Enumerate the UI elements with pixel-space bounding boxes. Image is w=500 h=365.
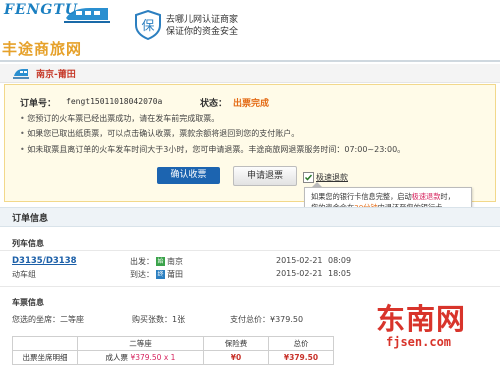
certification-line-1: 去哪儿网认证商家 bbox=[166, 15, 239, 25]
train-icon bbox=[13, 69, 29, 79]
depart-station: 南京 bbox=[167, 257, 183, 266]
request-refund-button[interactable]: 申请退票 bbox=[233, 166, 297, 186]
watermark-url: fjsen.com bbox=[386, 335, 452, 349]
depart-time: 08:09 bbox=[328, 256, 352, 265]
arrive-row: 到达：终莆田 bbox=[130, 269, 183, 280]
order-info-title: 订单信息 bbox=[12, 214, 49, 224]
route-title: 南京-莆田 bbox=[36, 70, 76, 80]
ticket-count: 购买张数：1张 bbox=[132, 315, 186, 324]
table-header-cell: 总价 bbox=[268, 336, 334, 351]
shield-badge-icon: 保 bbox=[135, 10, 161, 40]
arrive-station: 莆田 bbox=[167, 270, 183, 279]
arrive-time: 18:05 bbox=[328, 269, 352, 278]
insurance-fee: ¥0 bbox=[203, 350, 269, 365]
tooltip-text: 如果您的银行卡信息完整，启动 bbox=[311, 192, 412, 201]
row-label: 出票坐席明细 bbox=[12, 350, 78, 365]
start-station-icon: 始 bbox=[156, 257, 165, 266]
watermark-logo: 东南网 bbox=[376, 302, 467, 336]
notice-item: • 您预订的火车票已经出票成功，请在发车前完成取票。 bbox=[20, 114, 220, 123]
notice-text: 您预订的火车票已经出票成功，请在发车前完成取票。 bbox=[27, 114, 220, 123]
table-row: 出票坐席明细 成人票 ¥379.50 x 1 ¥0 ¥379.50 bbox=[12, 350, 334, 365]
table-header-cell: 二等座 bbox=[77, 336, 204, 351]
divider bbox=[0, 250, 500, 251]
seat-class: 您选的坐席：二等座 bbox=[12, 315, 84, 324]
total-payment: 支付总价：¥379.50 bbox=[230, 315, 304, 324]
ticket-info-title: 车票信息 bbox=[12, 298, 44, 307]
table-header-cell bbox=[12, 336, 78, 351]
confirm-receipt-button[interactable]: 确认收票 bbox=[157, 167, 220, 184]
total-price: ¥379.50 bbox=[268, 350, 334, 365]
status-label: 状态： bbox=[200, 99, 228, 109]
arrive-date: 2015-02-21 bbox=[276, 269, 323, 278]
tooltip-text: 时， bbox=[440, 192, 455, 201]
order-info-header bbox=[0, 207, 500, 227]
end-station-icon: 终 bbox=[156, 270, 165, 279]
notice-text: 如未取票且离订单的火车发车时间大于3小时，您可申请退票。丰途商旅网退票服务时间：… bbox=[27, 145, 406, 154]
depart-row: 出发：始南京 bbox=[130, 256, 183, 267]
order-number: fengt15011018042070a bbox=[66, 97, 163, 106]
train-info-title: 列车信息 bbox=[12, 239, 44, 248]
depart-label: 出发： bbox=[130, 257, 154, 266]
train-type: 动车组 bbox=[12, 270, 36, 279]
depart-date: 2015-02-21 bbox=[276, 256, 323, 265]
logo-cn-text: 丰途商旅网 bbox=[2, 40, 83, 58]
header-divider bbox=[0, 60, 500, 62]
tooltip-highlight: 极速退款 bbox=[411, 192, 441, 201]
ticket-price: ¥379.50 bbox=[130, 353, 162, 362]
notice-item: • 如果您已取出纸质票，可以点击确认收票，票款余额将退回到您的支付账户。 bbox=[20, 129, 300, 138]
logo-script-text: FENGTU bbox=[4, 2, 78, 18]
table-header-row: 二等座 保险费 总价 bbox=[12, 336, 334, 351]
ticket-qty: x 1 bbox=[163, 353, 176, 362]
fare-detail-table: 二等座 保险费 总价 出票坐席明细 成人票 ¥379.50 x 1 ¥0 ¥37… bbox=[12, 336, 334, 365]
arrive-label: 到达： bbox=[130, 270, 154, 279]
divider bbox=[0, 286, 500, 287]
badge-char: 保 bbox=[141, 19, 154, 34]
certification-text: 去哪儿网认证商家 保证你的资金安全 bbox=[166, 14, 238, 38]
order-number-label: 订单号： bbox=[20, 99, 57, 109]
notice-text: 如果您已取出纸质票，可以点击确认收票，票款余额将退回到您的支付账户。 bbox=[27, 129, 300, 138]
table-header-cell: 保险费 bbox=[203, 336, 269, 351]
ticket-type: 成人票 bbox=[105, 353, 129, 362]
order-status: 出票完成 bbox=[233, 99, 270, 109]
check-icon bbox=[304, 174, 313, 181]
certification-line-2: 保证你的资金安全 bbox=[166, 27, 239, 37]
notice-item: • 如未取票且离订单的火车发车时间大于3小时，您可申请退票。丰途商旅网退票服务时… bbox=[20, 145, 406, 154]
ticket-price-cell: 成人票 ¥379.50 x 1 bbox=[77, 350, 204, 365]
train-number-link[interactable]: D3135/D3138 bbox=[12, 256, 77, 266]
